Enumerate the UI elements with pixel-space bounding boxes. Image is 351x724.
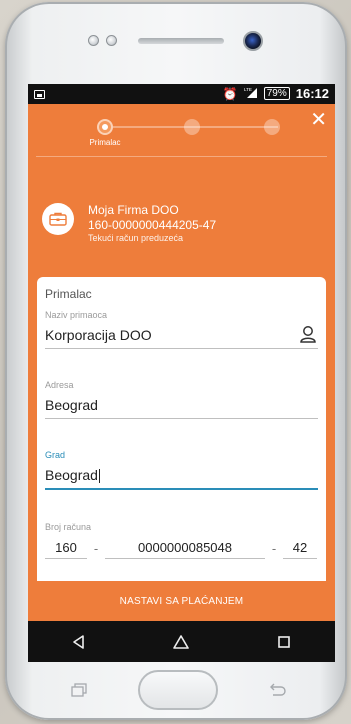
battery-indicator: 79% xyxy=(263,87,290,100)
address-field[interactable]: Adresa Beograd xyxy=(45,380,318,419)
account-number-label: Broj računa xyxy=(45,522,92,532)
step-2 xyxy=(184,119,200,135)
input-underline-focused xyxy=(45,488,318,490)
separator: - xyxy=(271,540,277,556)
city-label: Grad xyxy=(45,450,66,460)
recent-apps-icon[interactable] xyxy=(264,627,304,657)
city-field[interactable]: Grad Beograd xyxy=(45,450,318,490)
svg-text:LTE: LTE xyxy=(244,87,252,92)
progress-stepper: Primalac ✕ xyxy=(28,104,335,157)
recipient-form-card: Primalac Naziv primaoca Korporacija DOO … xyxy=(37,277,326,617)
hardware-recent-icon[interactable] xyxy=(71,683,87,697)
divider xyxy=(36,156,327,157)
bottom-bezel xyxy=(5,662,347,720)
step-1-active xyxy=(97,119,113,135)
address-label: Adresa xyxy=(45,380,74,390)
account-main-input[interactable]: 0000000085048 xyxy=(105,540,265,559)
text-caret xyxy=(98,469,100,484)
status-bar: ⏰ LTE 79% 16:12 xyxy=(28,84,335,104)
person-icon[interactable] xyxy=(298,324,318,344)
input-underline xyxy=(45,348,318,349)
screenshot-notification-icon xyxy=(34,89,45,99)
account-name: Moja Firma DOO xyxy=(88,203,179,217)
control-number-input[interactable]: 42 xyxy=(283,540,317,559)
home-icon[interactable] xyxy=(161,627,201,657)
separator: - xyxy=(93,540,99,556)
recipient-name-field[interactable]: Naziv primaoca Korporacija DOO xyxy=(45,310,318,349)
bank-code-input[interactable]: 160 xyxy=(45,540,87,559)
hardware-back-icon[interactable] xyxy=(267,682,287,698)
step-3 xyxy=(264,119,280,135)
sensor-dot xyxy=(106,35,117,46)
orange-header: Primalac ✕ Moja Firma DOO 160-0000000444… xyxy=(28,104,335,617)
account-type: Tekući račun preduzeća xyxy=(88,233,184,243)
account-number-field: Broj računa 160 - 0000000085048 - 42 xyxy=(45,522,318,559)
hardware-home-button[interactable] xyxy=(138,670,218,710)
sensor-dot xyxy=(88,35,99,46)
screen: ⏰ LTE 79% 16:12 Primalac ✕ Moja Firma DO… xyxy=(28,84,335,662)
city-value: Beograd xyxy=(45,467,98,483)
recipient-name-label: Naziv primaoca xyxy=(45,310,108,320)
form-title: Primalac xyxy=(45,287,92,301)
source-account: Moja Firma DOO 160-0000000444205-47 Teku… xyxy=(42,189,322,249)
account-number: 160-0000000444205-47 xyxy=(88,218,217,232)
input-underline xyxy=(45,418,318,419)
back-icon[interactable] xyxy=(59,627,99,657)
briefcase-icon xyxy=(42,203,74,235)
city-input[interactable]: Beograd xyxy=(45,466,318,484)
step-label: Primalac xyxy=(89,138,121,147)
address-input[interactable]: Beograd xyxy=(45,396,318,414)
front-camera xyxy=(243,31,263,51)
earpiece-speaker xyxy=(138,38,224,44)
android-nav-bar xyxy=(28,621,335,662)
phone-frame: ⏰ LTE 79% 16:12 Primalac ✕ Moja Firma DO… xyxy=(5,2,347,720)
top-bezel xyxy=(5,2,347,82)
signal-icon: LTE xyxy=(244,87,258,101)
recipient-name-input[interactable]: Korporacija DOO xyxy=(45,326,318,344)
alarm-icon: ⏰ xyxy=(222,86,238,101)
continue-payment-button[interactable]: NASTAVI SA PLAĆANJEM xyxy=(28,581,335,621)
clock: 16:12 xyxy=(295,86,329,101)
close-icon[interactable]: ✕ xyxy=(310,110,327,130)
